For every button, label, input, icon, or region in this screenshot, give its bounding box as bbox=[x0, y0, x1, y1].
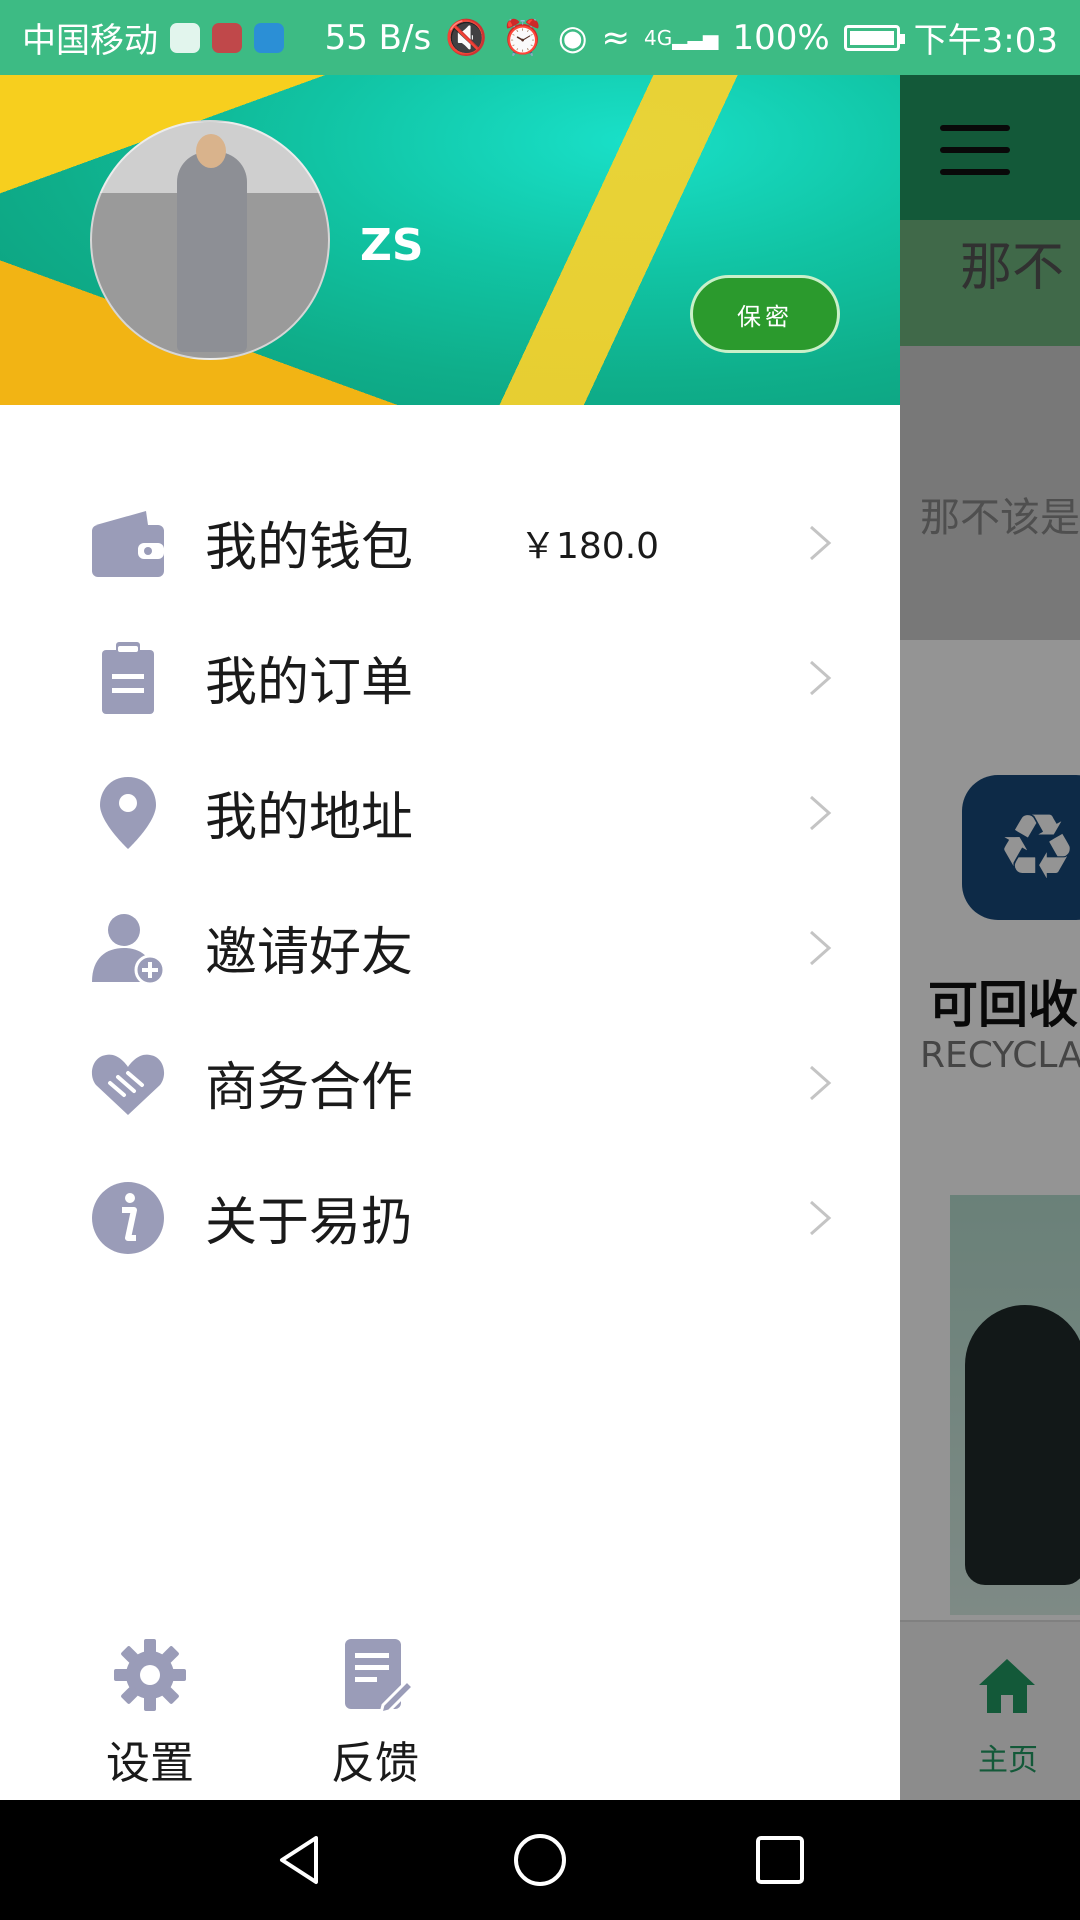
menu-item-business[interactable]: 商务合作 bbox=[0, 1015, 900, 1150]
home-button-icon[interactable] bbox=[510, 1830, 570, 1890]
menu-label: 商务合作 bbox=[205, 1058, 414, 1118]
chevron-right-icon bbox=[810, 795, 832, 830]
menu-label: 我的订单 bbox=[205, 653, 414, 713]
eye-comfort-icon: ◉ bbox=[557, 17, 588, 58]
menu-item-wallet[interactable]: 我的钱包 ￥180.0 bbox=[0, 475, 900, 610]
alarm-icon: ⏰ bbox=[501, 17, 544, 58]
username: ZS bbox=[360, 220, 424, 271]
menu-label: 我的地址 bbox=[205, 788, 414, 848]
clock: 下午3:03 bbox=[913, 21, 1058, 61]
system-nav-bar bbox=[0, 1800, 1080, 1920]
settings-label: 设置 bbox=[106, 1738, 194, 1789]
chevron-right-icon bbox=[810, 930, 832, 965]
network-speed: 55 B/s bbox=[324, 17, 432, 58]
navigation-drawer: ZS 保密 我的钱包 ￥180.0 我的订单 我的地址 邀请好友 商务合作 关于… bbox=[0, 75, 900, 1800]
drawer-header: ZS 保密 bbox=[0, 75, 900, 405]
chevron-right-icon bbox=[810, 1200, 832, 1235]
avatar[interactable] bbox=[90, 120, 330, 360]
battery-percent: 100% bbox=[732, 17, 830, 58]
recents-icon[interactable] bbox=[750, 1830, 810, 1890]
menu-item-orders[interactable]: 我的订单 bbox=[0, 610, 900, 745]
chevron-right-icon bbox=[810, 525, 832, 560]
battery-icon bbox=[843, 24, 905, 51]
handshake-icon bbox=[91, 1054, 165, 1115]
wifi-icon: ≈ bbox=[601, 17, 631, 58]
feedback-label: 反馈 bbox=[331, 1738, 419, 1789]
wallet-icon bbox=[92, 510, 164, 577]
add-user-icon bbox=[92, 913, 166, 985]
menu-label: 我的钱包 bbox=[205, 518, 414, 578]
huawei-store-icon bbox=[212, 22, 242, 53]
menu-item-invite[interactable]: 邀请好友 bbox=[0, 880, 900, 1015]
menu-item-address[interactable]: 我的地址 bbox=[0, 745, 900, 880]
privacy-button[interactable]: 保密 bbox=[690, 275, 840, 353]
chevron-right-icon bbox=[810, 660, 832, 695]
wallet-balance: ￥180.0 bbox=[520, 525, 660, 567]
app-notification-icon bbox=[170, 22, 200, 53]
mute-icon: 🔇 bbox=[445, 17, 488, 58]
network-type: 4G bbox=[644, 25, 673, 50]
feedback-button[interactable]: 反馈 bbox=[315, 1635, 435, 1791]
gear-icon bbox=[114, 1639, 186, 1711]
settings-button[interactable]: 设置 bbox=[90, 1635, 210, 1791]
signal-icon: 4G▂▃▅ bbox=[644, 25, 719, 50]
location-pin-icon bbox=[100, 776, 156, 849]
alipay-icon bbox=[254, 22, 284, 53]
status-bar: 中国移动 55 B/s 🔇 ⏰ ◉ ≈ 4G▂▃▅ 100% 下午3:03 bbox=[0, 0, 1080, 75]
menu-label: 邀请好友 bbox=[205, 923, 414, 983]
info-icon bbox=[92, 1181, 164, 1254]
chevron-right-icon bbox=[810, 1065, 832, 1100]
menu-label: 关于易扔 bbox=[205, 1193, 414, 1253]
carrier-label: 中国移动 bbox=[22, 21, 158, 61]
back-icon[interactable] bbox=[270, 1830, 330, 1890]
menu-item-about[interactable]: 关于易扔 bbox=[0, 1150, 900, 1285]
edit-document-icon bbox=[345, 1639, 416, 1716]
clipboard-icon bbox=[102, 641, 154, 714]
